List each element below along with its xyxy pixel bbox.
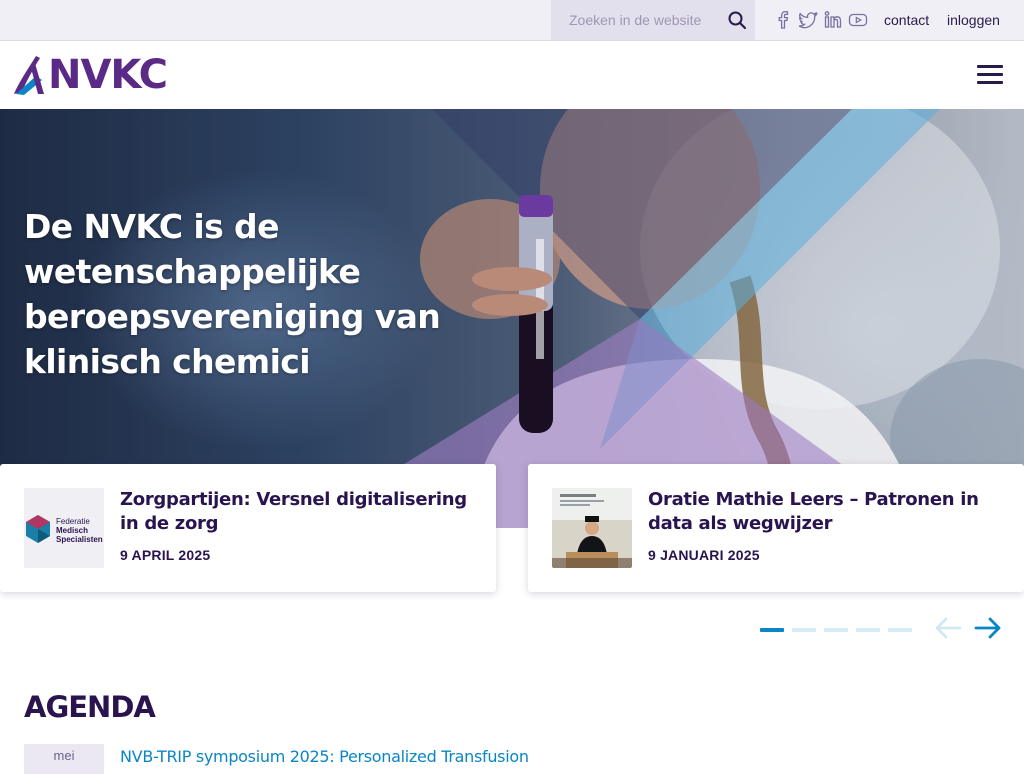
svg-text:Federatie: Federatie bbox=[56, 517, 90, 526]
carousel-dot[interactable] bbox=[824, 628, 848, 632]
search-icon[interactable] bbox=[727, 10, 747, 30]
agenda-item-link[interactable]: NVB-TRIP symposium 2025: Personalized Tr… bbox=[120, 747, 529, 766]
news-date: 9 APRIL 2025 bbox=[120, 547, 211, 563]
arrow-left-icon[interactable] bbox=[934, 617, 962, 639]
news-title[interactable]: Zorgpartijen: Versnel digitalisering in … bbox=[120, 488, 470, 536]
arrow-right-icon[interactable] bbox=[974, 617, 1002, 639]
search-input[interactable] bbox=[551, 0, 721, 40]
utility-bar: contact inloggen bbox=[0, 0, 1024, 41]
svg-text:Specialisten: Specialisten bbox=[56, 535, 103, 544]
news-date: 9 JANUARI 2025 bbox=[648, 547, 760, 563]
agenda-date-badge: mei bbox=[24, 744, 104, 774]
news-card[interactable]: Oratie Mathie Leers – Patronen in data a… bbox=[528, 464, 1024, 592]
social-links bbox=[774, 10, 868, 30]
oration-photo bbox=[552, 488, 632, 568]
youtube-icon[interactable] bbox=[848, 10, 868, 30]
hero-title: De NVKC is de wetenschappelijke beroepsv… bbox=[24, 207, 441, 381]
agenda-heading: AGENDA bbox=[24, 690, 156, 724]
carousel-dot[interactable] bbox=[888, 628, 912, 632]
carousel-dot[interactable] bbox=[792, 628, 816, 632]
carousel-dot[interactable] bbox=[760, 628, 784, 632]
menu-hamburger-icon[interactable] bbox=[977, 65, 1003, 85]
linkedin-icon[interactable] bbox=[824, 10, 842, 30]
site-header: NVKC bbox=[0, 41, 1024, 109]
login-link[interactable]: inloggen bbox=[947, 12, 1000, 28]
svg-text:Medisch: Medisch bbox=[56, 526, 88, 535]
news-card[interactable]: Federatie Medisch Specialisten Zorgparti… bbox=[0, 464, 496, 592]
fms-logo: Federatie Medisch Specialisten bbox=[26, 515, 103, 544]
carousel-pagination bbox=[760, 628, 912, 632]
nvkc-logo[interactable]: NVKC bbox=[12, 52, 176, 98]
news-thumbnail: Federatie Medisch Specialisten bbox=[24, 488, 104, 568]
logo-wordmark: NVKC bbox=[48, 52, 168, 98]
news-thumbnail bbox=[552, 488, 632, 568]
carousel-dot[interactable] bbox=[856, 628, 880, 632]
search-box bbox=[551, 0, 755, 40]
news-title[interactable]: Oratie Mathie Leers – Patronen in data a… bbox=[648, 488, 998, 536]
facebook-icon[interactable] bbox=[774, 10, 792, 30]
logo-mark-icon bbox=[14, 56, 44, 95]
twitter-icon[interactable] bbox=[798, 10, 819, 30]
contact-link[interactable]: contact bbox=[884, 12, 929, 28]
